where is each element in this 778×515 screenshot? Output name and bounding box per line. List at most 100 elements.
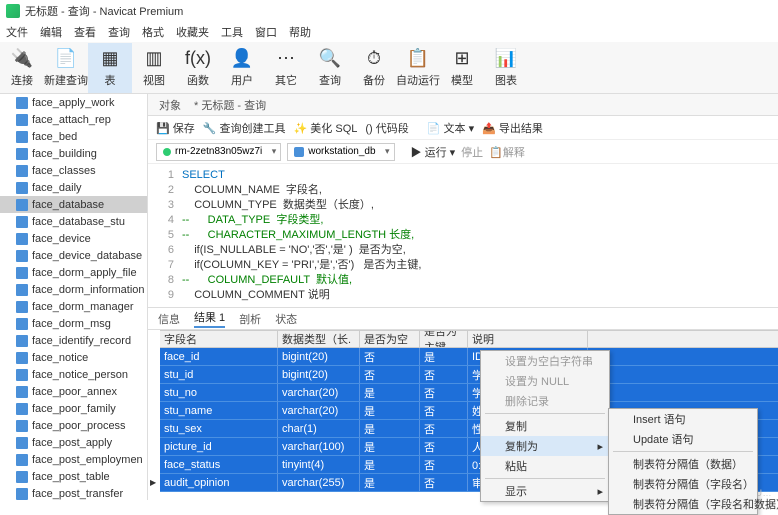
- export-button[interactable]: 📤 导出结果: [482, 120, 543, 136]
- menu-查看[interactable]: 查看: [74, 24, 96, 40]
- table-icon: [16, 488, 28, 500]
- 新建查询-icon: 📄: [55, 48, 77, 70]
- table-icon: [16, 97, 28, 109]
- table-face_classes[interactable]: face_classes: [0, 162, 147, 179]
- tool-视图[interactable]: ▥视图: [132, 43, 176, 93]
- table-face_apply_work[interactable]: face_apply_work: [0, 94, 147, 111]
- document-tabs[interactable]: 对象 * 无标题 - 查询: [148, 94, 778, 116]
- table-row[interactable]: face_idbigint(20)否是ID: [160, 348, 778, 366]
- menu-窗口[interactable]: 窗口: [255, 24, 277, 40]
- ctx-Update 语句[interactable]: Update 语句: [609, 429, 757, 449]
- table-face_dorm_information[interactable]: face_dorm_information: [0, 281, 147, 298]
- database-select[interactable]: workstation_db: [287, 143, 394, 161]
- ctx-删除记录[interactable]: 删除记录: [481, 391, 609, 411]
- table-icon: [16, 437, 28, 449]
- col-header[interactable]: 是否为空: [360, 331, 420, 347]
- menu-文件[interactable]: 文件: [6, 24, 28, 40]
- table-face_post_transfer[interactable]: face_post_transfer: [0, 485, 147, 500]
- table-face_database[interactable]: face_database: [0, 196, 147, 213]
- rtab-状态[interactable]: 状态: [275, 311, 297, 327]
- tool-表[interactable]: ▦表: [88, 43, 132, 93]
- tool-自动运行[interactable]: 📋自动运行: [396, 43, 440, 93]
- tool-模型[interactable]: ⊞模型: [440, 43, 484, 93]
- table-face_database_stu[interactable]: face_database_stu: [0, 213, 147, 230]
- table-face_building[interactable]: face_building: [0, 145, 147, 162]
- menu-帮助[interactable]: 帮助: [289, 24, 311, 40]
- result-tabs[interactable]: 信息结果 1 剖析状态: [148, 308, 778, 330]
- tool-新建查询[interactable]: 📄新建查询: [44, 43, 88, 93]
- run-button[interactable]: ▶ 运行 ▾: [411, 144, 456, 160]
- tool-用户[interactable]: 👤用户: [220, 43, 264, 93]
- table-face_bed[interactable]: face_bed: [0, 128, 147, 145]
- table-face_poor_process[interactable]: face_poor_process: [0, 417, 147, 434]
- table-face_dorm_apply_file[interactable]: face_dorm_apply_file: [0, 264, 147, 281]
- sql-editor[interactable]: 1SELECT2 COLUMN_NAME 字段名,3 COLUMN_TYPE 数…: [148, 164, 778, 308]
- table-row[interactable]: stu_novarchar(20)是否学号: [160, 384, 778, 402]
- tool-连接[interactable]: 🔌连接: [0, 43, 44, 93]
- server-select[interactable]: rm-2zetn83n05wz7i: [156, 143, 281, 161]
- menu-工具[interactable]: 工具: [221, 24, 243, 40]
- table-icon: [16, 471, 28, 483]
- text-button[interactable]: 📄 文本 ▾: [427, 120, 474, 136]
- col-header[interactable]: 是否为主键: [420, 331, 468, 347]
- menu-查询[interactable]: 查询: [108, 24, 130, 40]
- table-face_dorm_manager[interactable]: face_dorm_manager: [0, 298, 147, 315]
- menu-收藏夹[interactable]: 收藏夹: [176, 24, 209, 40]
- ctx-设置为空白字符串[interactable]: 设置为空白字符串: [481, 351, 609, 371]
- context-menu[interactable]: 设置为空白字符串设置为 NULL删除记录复制复制为粘贴显示: [480, 350, 610, 502]
- stop-button[interactable]: 停止: [461, 144, 483, 160]
- col-header[interactable]: 说明: [468, 331, 588, 347]
- tool-其它[interactable]: ⋯其它: [264, 43, 308, 93]
- ctx-显示[interactable]: 显示: [481, 481, 609, 501]
- table-face_post_apply[interactable]: face_post_apply: [0, 434, 147, 451]
- table-icon: [16, 454, 28, 466]
- tool-备份[interactable]: ⏱备份: [352, 43, 396, 93]
- table-icon: [16, 318, 28, 330]
- table-face_poor_family[interactable]: face_poor_family: [0, 400, 147, 417]
- ctx-粘贴[interactable]: 粘贴: [481, 456, 609, 476]
- table-face_device_database[interactable]: face_device_database: [0, 247, 147, 264]
- rtab-剖析[interactable]: 剖析: [239, 311, 261, 327]
- ctx-复制[interactable]: 复制: [481, 416, 609, 436]
- ctx-制表符分隔值（字段名）[interactable]: 制表符分隔值（字段名）: [609, 474, 757, 494]
- ctx-设置为 NULL[interactable]: 设置为 NULL: [481, 371, 609, 391]
- rtab-信息[interactable]: 信息: [158, 311, 180, 327]
- table-icon: [16, 403, 28, 415]
- table-face_post_table[interactable]: face_post_table: [0, 468, 147, 485]
- table-face_notice[interactable]: face_notice: [0, 349, 147, 366]
- save-button[interactable]: 💾 保存: [156, 120, 195, 136]
- table-icon: [16, 216, 28, 228]
- sidebar[interactable]: face_apply_workface_attach_repface_bedfa…: [0, 94, 148, 500]
- context-submenu[interactable]: Insert 语句Update 语句制表符分隔值（数据）制表符分隔值（字段名）制…: [608, 408, 758, 515]
- tool-图表[interactable]: 📊图表: [484, 43, 528, 93]
- col-header[interactable]: 字段名: [160, 331, 278, 347]
- tab-query[interactable]: * 无标题 - 查询: [191, 97, 266, 113]
- ctx-制表符分隔值（字段名和数据）[interactable]: 制表符分隔值（字段名和数据）: [609, 494, 757, 514]
- table-row[interactable]: stu_idbigint(20)否否学生ID: [160, 366, 778, 384]
- ctx-制表符分隔值（数据）[interactable]: 制表符分隔值（数据）: [609, 454, 757, 474]
- menu-编辑[interactable]: 编辑: [40, 24, 62, 40]
- table-face_post_employmen[interactable]: face_post_employmen: [0, 451, 147, 468]
- table-face_notice_person[interactable]: face_notice_person: [0, 366, 147, 383]
- tab-objects[interactable]: 对象: [156, 97, 181, 113]
- table-face_attach_rep[interactable]: face_attach_rep: [0, 111, 147, 128]
- tool-查询[interactable]: 🔍查询: [308, 43, 352, 93]
- tool-函数[interactable]: f(x)函数: [176, 43, 220, 93]
- ctx-Insert 语句[interactable]: Insert 语句: [609, 409, 757, 429]
- table-face_dorm_msg[interactable]: face_dorm_msg: [0, 315, 147, 332]
- col-header[interactable]: 数据类型（长.: [278, 331, 360, 347]
- menu-格式[interactable]: 格式: [142, 24, 164, 40]
- table-face_device[interactable]: face_device: [0, 230, 147, 247]
- beautify-button[interactable]: ✨ 美化 SQL: [294, 120, 358, 136]
- query-toolbar: 💾 保存 🔧 查询创建工具 ✨ 美化 SQL () 代码段 📄 文本 ▾ 📤 导…: [148, 116, 778, 140]
- segment-button[interactable]: () 代码段: [365, 120, 408, 136]
- rtab-结果 1[interactable]: 结果 1: [194, 309, 225, 328]
- table-face_poor_annex[interactable]: face_poor_annex: [0, 383, 147, 400]
- ctx-复制为[interactable]: 复制为: [481, 436, 609, 456]
- table-face_identify_record[interactable]: face_identify_record: [0, 332, 147, 349]
- explain-button[interactable]: 📋解释: [489, 144, 525, 160]
- table-icon: [16, 267, 28, 279]
- builder-button[interactable]: 🔧 查询创建工具: [203, 120, 286, 136]
- 视图-icon: ▥: [143, 48, 165, 70]
- table-face_daily[interactable]: face_daily: [0, 179, 147, 196]
